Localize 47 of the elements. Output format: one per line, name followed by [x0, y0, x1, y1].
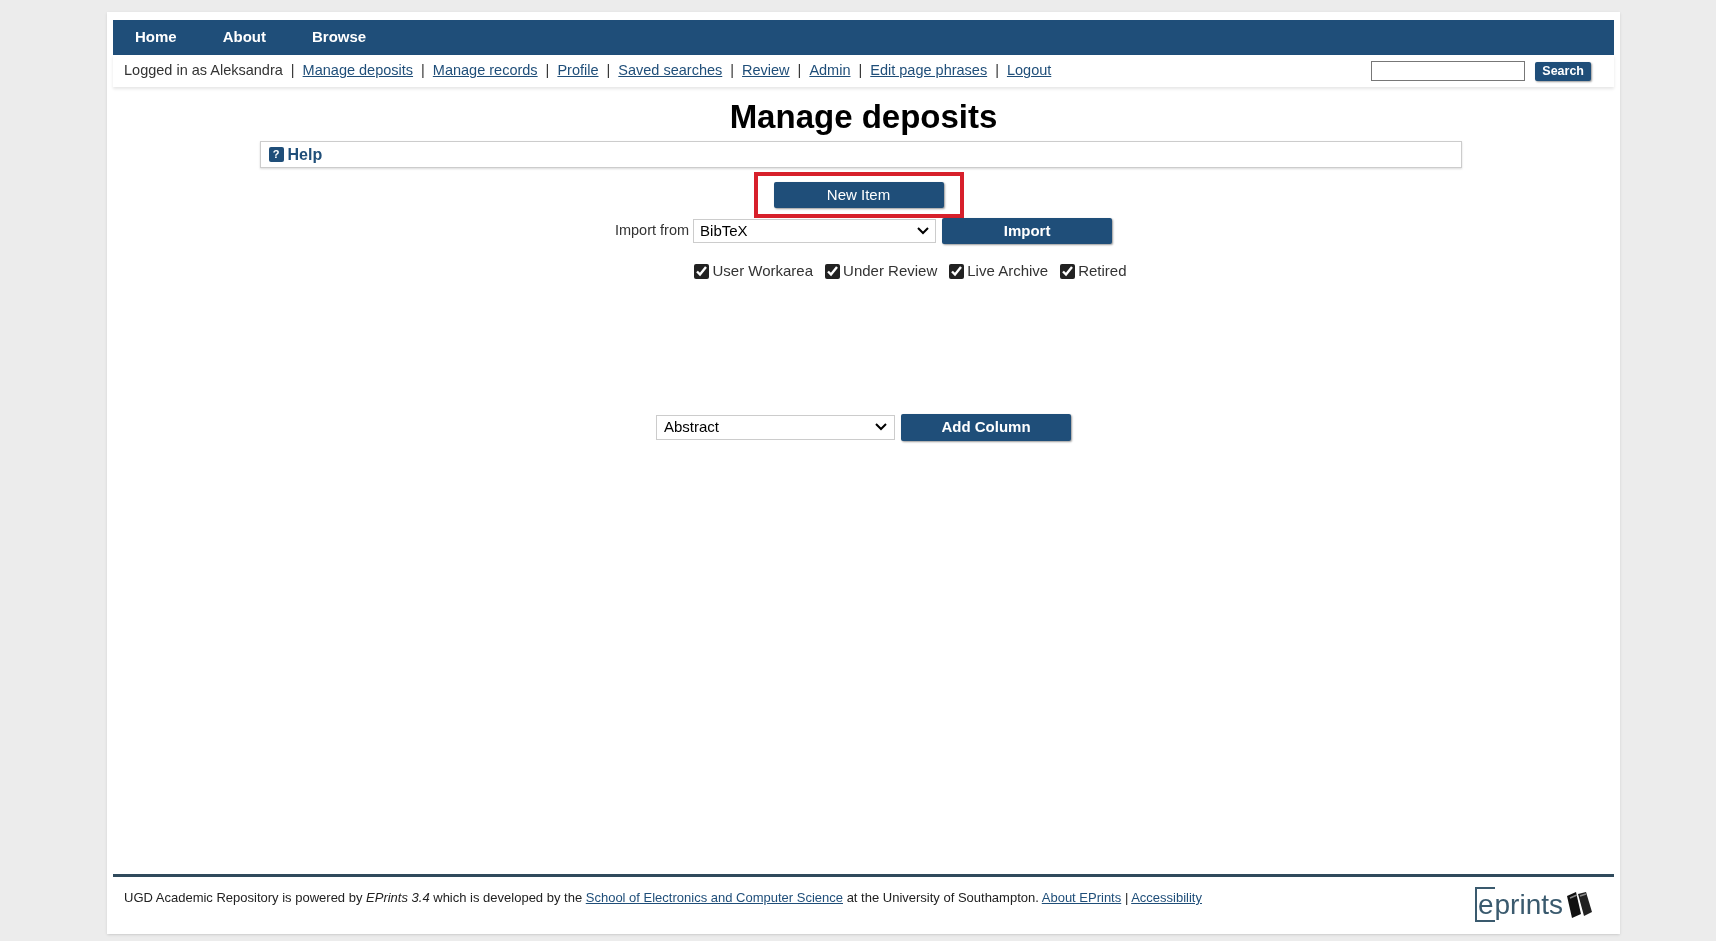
new-item-button[interactable]: New Item — [773, 182, 944, 208]
nav-link[interactable]: Manage records — [432, 60, 538, 82]
nav-link[interactable]: Saved searches — [618, 60, 723, 82]
filter-checkbox[interactable] — [949, 263, 965, 279]
menu-link[interactable]: Browse — [312, 26, 367, 49]
separator: | — [421, 61, 425, 81]
nav-link[interactable]: Logout — [1006, 60, 1052, 82]
separator: | — [995, 61, 999, 81]
login-status: Logged in as Aleksandra — [124, 61, 283, 81]
filter-checkbox[interactable] — [825, 263, 841, 279]
nav-link[interactable]: Profile — [557, 60, 599, 82]
separator: | — [290, 61, 295, 81]
filter-checkbox[interactable] — [694, 263, 710, 279]
filter-checkbox[interactable] — [1060, 263, 1076, 279]
import-label: Import from — [614, 221, 690, 241]
import-button[interactable]: Import — [942, 218, 1113, 244]
nav-link[interactable]: Manage deposits — [302, 60, 414, 82]
separator: | — [606, 61, 611, 81]
column-select[interactable]: Abstract — [656, 414, 895, 440]
help-icon: ? — [268, 147, 284, 162]
filter-label: Under Review — [843, 261, 938, 281]
search-button[interactable]: Search — [1535, 61, 1591, 81]
help-link[interactable]: Help — [287, 142, 323, 167]
nav-link[interactable]: Review — [742, 60, 790, 82]
separator: | — [730, 61, 735, 81]
nav-link[interactable]: Edit page phrases — [870, 60, 988, 82]
books-icon — [1565, 890, 1593, 920]
separator: | — [545, 61, 550, 81]
eprints-logo: eprints — [1474, 890, 1563, 920]
nav-link[interactable]: Admin — [809, 60, 851, 82]
import-format-select[interactable]: BibTeX — [693, 219, 937, 243]
filter-label: Live Archive — [967, 261, 1049, 281]
chevron-down-icon — [875, 423, 887, 431]
chevron-down-icon — [917, 227, 930, 235]
filter-label: Retired — [1078, 261, 1127, 281]
footer-text: UGD Academic Repository is powered by EPrints 3.4 which is developed by the School of Electronics and Computer Science at the University of Southampton. About EPrints | Accessibility — [124, 889, 1202, 907]
footer-link[interactable]: Accessibility — [1131, 890, 1202, 905]
footer-link[interactable]: About EPrints — [1041, 890, 1122, 905]
search-field[interactable] — [1371, 61, 1526, 81]
add-column-button[interactable]: Add Column — [901, 413, 1071, 441]
filter-label: User Workarea — [712, 261, 814, 281]
menu-link[interactable]: Home — [135, 26, 177, 49]
separator: | — [858, 61, 863, 81]
footer-link[interactable]: School of Electronics and Computer Science — [585, 890, 843, 905]
separator: | — [797, 61, 802, 81]
page-title: Manage deposits — [728, 97, 999, 137]
menu-link[interactable]: About — [222, 26, 266, 49]
